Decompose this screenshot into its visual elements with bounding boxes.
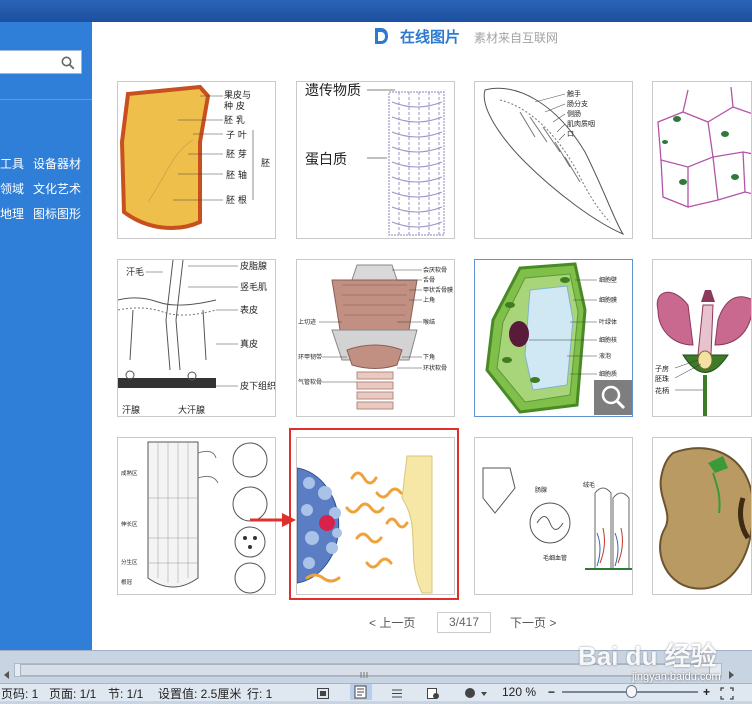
skin-label-dermis: 真皮	[240, 338, 258, 350]
seed-label-hypocotyl: 胚 轴	[226, 169, 247, 181]
skin-label-apocrine-gland: 大汗腺	[178, 404, 205, 416]
zoom-preview-icon[interactable]	[594, 380, 632, 415]
planarian-label-tentacle: 触手	[567, 89, 581, 98]
image-thumbnail-skin[interactable]: 汗毛 皮脂腺 竖毛肌 表皮 真皮 皮下组织 汗腺 大汗腺	[117, 259, 276, 417]
cell-label-cytoplasm: 细胞质	[599, 370, 617, 378]
seed-label-plumule: 胚 芽	[226, 148, 247, 160]
seed-label-radicle: 胚 根	[226, 194, 247, 206]
zoom-in-icon[interactable]: +	[703, 685, 710, 699]
larynx-label-cricothyroid: 环甲韧带	[298, 353, 322, 361]
seed-label-pericarp: 果皮与	[224, 89, 251, 101]
reading-mode-dropdown-icon[interactable]	[480, 685, 488, 698]
search-icon[interactable]	[61, 55, 75, 74]
dna-label-genetic-material: 遗传物质	[305, 83, 361, 99]
category-geography[interactable]: 地理	[0, 205, 24, 222]
scroll-left-icon[interactable]	[2, 665, 12, 679]
category-icons-graphics[interactable]: 图标图形	[33, 205, 81, 222]
selection-highlight-box	[289, 428, 459, 600]
scroll-right-icon[interactable]	[726, 665, 736, 679]
fullscreen-icon[interactable]	[316, 685, 330, 699]
image-thumbnail-planarian[interactable]: 触手 肠分支 侧肠 肌肉质咽 口	[474, 81, 633, 239]
cell-label-chloroplast: 叶绿体	[599, 318, 617, 326]
cell-label-membrane: 细胞膜	[599, 296, 617, 304]
zoom-level[interactable]: 120 %	[502, 685, 536, 699]
app-logo-icon	[371, 26, 391, 46]
seed-label-cotyledon: 子 叶	[226, 130, 247, 141]
zoom-slider-handle[interactable]	[626, 685, 637, 698]
planarian-label-pharynx: 肌肉质咽	[567, 119, 595, 128]
flower-label-ovule: 胚珠	[655, 374, 669, 383]
image-thumbnail-bean-seed[interactable]	[652, 437, 752, 595]
next-page-button[interactable]: 下一页 >	[510, 614, 556, 631]
larynx-label-inferior-horn: 下角	[423, 353, 435, 361]
cell-label-nucleus: 细胞核	[599, 336, 617, 344]
category-equipment[interactable]: 设备器材	[33, 155, 81, 172]
larynx-label-cricoid: 环状软骨	[423, 364, 447, 372]
zoom-out-icon[interactable]: −	[548, 685, 555, 699]
page-number-input[interactable]: 3/417	[437, 612, 491, 633]
planarian-label-intestinal-branch: 肠分支	[567, 99, 588, 108]
window-title-bar	[0, 0, 752, 22]
root-label-root-cap: 根冠	[121, 578, 133, 586]
cell-label-wall: 细胞壁	[599, 276, 617, 284]
outline-view-icon[interactable]	[390, 685, 404, 698]
cell-label-vacuole: 液泡	[599, 352, 611, 360]
dna-label-protein: 蛋白质	[305, 152, 347, 168]
image-thumbnail-flower[interactable]: 子房 胚珠 花柄	[652, 259, 752, 417]
skin-label-subcutaneous: 皮下组织	[240, 380, 276, 392]
larynx-label-superior-notch: 上切迹	[298, 318, 316, 326]
root-label-meristematic-zone: 分生区	[121, 558, 138, 566]
skin-label-epidermis: 表皮	[240, 304, 258, 316]
planarian-label-lateral-intestine: 侧肠	[567, 109, 581, 118]
image-thumbnail-plant-cells[interactable]	[652, 81, 752, 239]
prev-page-button[interactable]: < 上一页	[369, 614, 415, 631]
skin-label-arrector-pili: 竖毛肌	[240, 281, 267, 293]
villi-label-intestinal-gland: 肠腺	[535, 486, 547, 494]
image-thumbnail-intestinal-villi[interactable]: 绒毛 肠腺 毛细血管	[474, 437, 633, 595]
larynx-label-tracheal-cartilage: 气管软骨	[298, 378, 322, 386]
panel-subtitle: 素材来自互联网	[474, 31, 559, 45]
villi-label-capillary: 毛细血管	[543, 554, 567, 562]
seed-label-embryo: 胚	[261, 158, 270, 169]
status-setting-value: 设置值: 2.5厘米	[158, 687, 242, 701]
reading-mode-icon[interactable]	[463, 685, 477, 698]
baidu-watermark-url: jingyan.baidu.com	[632, 671, 721, 683]
web-view-icon[interactable]	[426, 685, 440, 699]
planarian-label-mouth: 口	[567, 130, 574, 138]
seed-label-testa: 种 皮	[224, 100, 245, 112]
larynx-label-thyrohyoid: 甲状舌骨膜	[423, 286, 453, 294]
category-culture-art[interactable]: 文化艺术	[33, 180, 81, 197]
skin-label-sebaceous-gland: 皮脂腺	[240, 260, 267, 272]
status-section: 节: 1/1	[108, 687, 144, 701]
status-row: 行: 1	[247, 687, 273, 701]
category-sidebar	[0, 22, 92, 650]
flower-label-pedicel: 花柄	[655, 386, 669, 395]
image-thumbnail-seed[interactable]: 果皮与 种 皮 胚 乳 子 叶 胚 芽 胚 轴 胚 根 胚	[117, 81, 276, 239]
larynx-label-epiglottis: 会厌软骨	[423, 266, 447, 274]
status-page: 页面: 1/1	[49, 687, 97, 701]
category-tools[interactable]: 工具	[0, 155, 24, 172]
flower-label-ovary: 子房	[655, 364, 669, 373]
page-view-icon[interactable]	[350, 684, 372, 700]
image-thumbnail-dna[interactable]: 遗传物质 蛋白质	[296, 81, 455, 239]
skin-label-hair: 汗毛	[126, 266, 144, 278]
larynx-label-adams-apple: 喉结	[423, 318, 435, 326]
villi-label-villus: 绒毛	[583, 481, 595, 489]
panel-title: 在线图片	[400, 29, 461, 46]
root-label-elongation-zone: 伸长区	[121, 520, 138, 528]
larynx-label-superior-horn: 上角	[423, 296, 435, 304]
fit-window-icon[interactable]	[720, 685, 734, 700]
larynx-label-hyoid: 舌骨	[423, 276, 435, 284]
baidu-watermark-logo: Bai du 经验	[578, 641, 717, 671]
category-field[interactable]: 领域	[0, 180, 24, 197]
status-page-code: 页码: 1	[1, 687, 39, 701]
image-thumbnail-larynx[interactable]: 会厌软骨 舌骨 甲状舌骨膜 上角 上切迹 喉结 环甲韧带 下角 环状软骨 气管软…	[296, 259, 455, 417]
search-input[interactable]	[0, 50, 82, 74]
sidebar-divider	[0, 99, 92, 100]
skin-label-sweat-gland: 汗腺	[122, 404, 140, 416]
root-label-maturation-zone: 成熟区	[121, 469, 138, 477]
seed-label-endosperm: 胚 乳	[224, 114, 245, 126]
